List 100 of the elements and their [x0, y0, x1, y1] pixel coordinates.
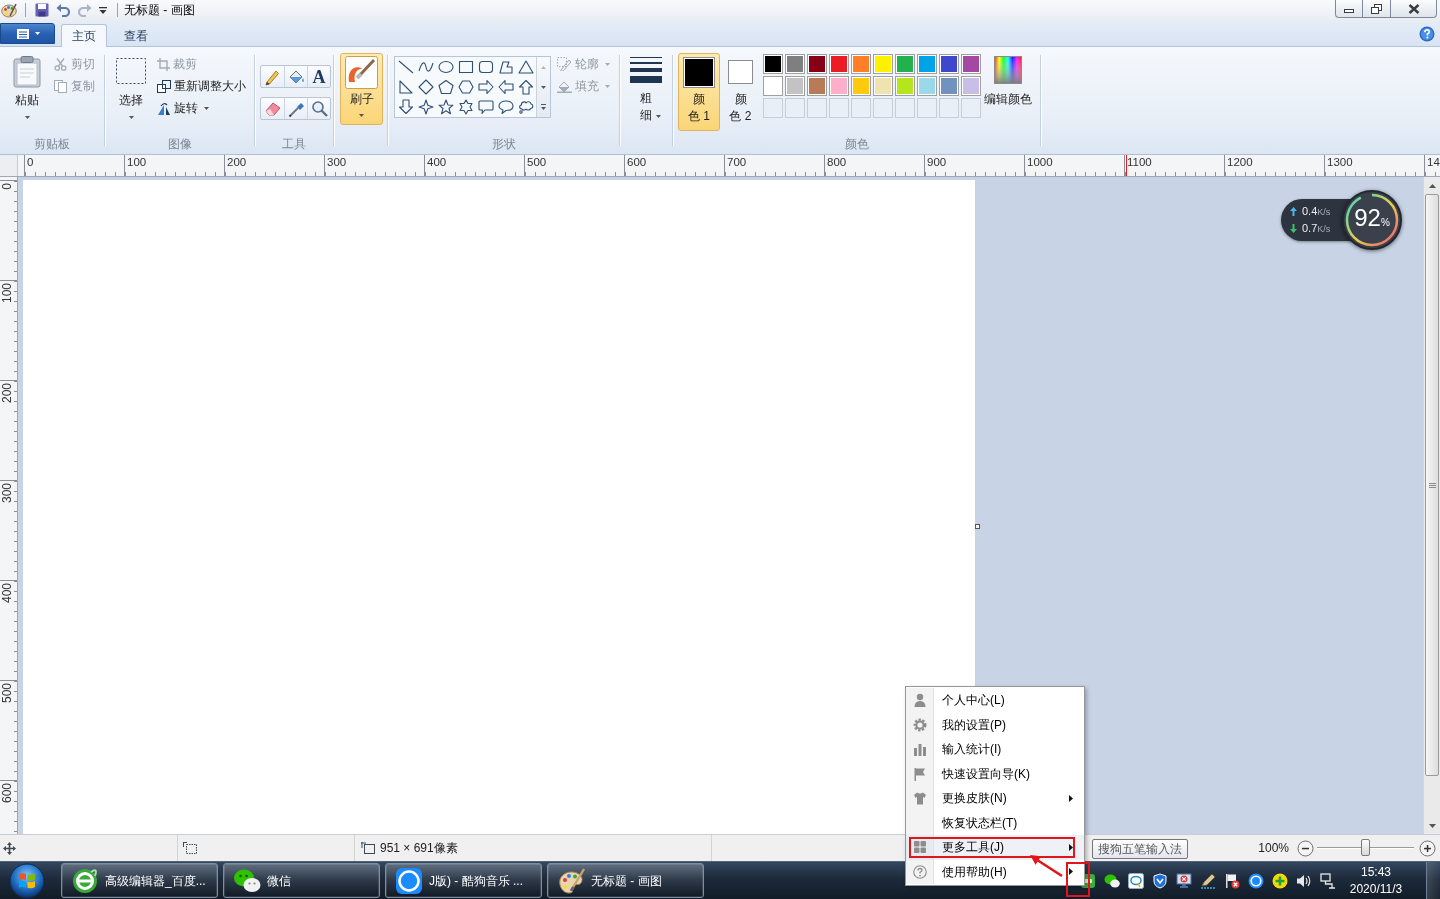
triangle-shape-icon[interactable]: [518, 59, 534, 75]
eyedropper-icon[interactable]: [287, 100, 305, 117]
chat-window-icon[interactable]: [1128, 872, 1144, 889]
color-swatch[interactable]: [763, 54, 783, 74]
custom-color-slot[interactable]: [873, 98, 893, 118]
paint-bucket-icon[interactable]: [287, 68, 305, 85]
right-arrow-shape-icon[interactable]: [478, 79, 494, 95]
custom-color-slot[interactable]: [807, 98, 827, 118]
pen-icon[interactable]: [1200, 872, 1216, 889]
custom-color-slot[interactable]: [763, 98, 783, 118]
line-width-button[interactable]: 粗细: [624, 53, 668, 126]
color-swatch[interactable]: [961, 54, 981, 74]
restore-button[interactable]: [1362, 0, 1390, 18]
paste-button[interactable]: 粘贴: [6, 53, 48, 125]
speaker-icon[interactable]: [1296, 872, 1312, 889]
plus-circle-icon[interactable]: [1272, 872, 1288, 889]
edit-colors-button[interactable]: 编辑颜色: [982, 53, 1034, 107]
menu-item[interactable]: 快速设置向导(K): [906, 761, 1084, 786]
color-swatch[interactable]: [917, 54, 937, 74]
palette-app-icon[interactable]: [1, 2, 17, 18]
cloud-callout-shape-icon[interactable]: [518, 99, 534, 115]
color-swatch[interactable]: [851, 54, 871, 74]
dropdown-icon[interactable]: [99, 5, 107, 15]
file-menu-button[interactable]: [0, 23, 55, 44]
taskbar-button[interactable]: 无标题 - 画图: [547, 863, 704, 898]
rounded-rectangle-shape-icon[interactable]: [478, 59, 494, 75]
right-triangle-shape-icon[interactable]: [398, 79, 414, 95]
color-swatch[interactable]: [895, 76, 915, 96]
color-swatch[interactable]: [917, 76, 937, 96]
start-orb-icon[interactable]: [7, 862, 47, 899]
color-swatch[interactable]: [829, 54, 849, 74]
menu-item[interactable]: 更换皮肤(N): [906, 786, 1084, 811]
color-swatch[interactable]: [939, 54, 959, 74]
rotate-button[interactable]: 旋转: [156, 97, 247, 119]
primary-color-button[interactable]: 颜色 1: [678, 53, 720, 131]
oval-shape-icon[interactable]: [438, 59, 454, 75]
secondary-color-button[interactable]: 颜色 2: [723, 53, 758, 131]
color-swatch[interactable]: [829, 76, 849, 96]
magnifier-icon[interactable]: [310, 100, 328, 117]
polygon-shape-icon[interactable]: [498, 59, 514, 75]
custom-color-slot[interactable]: [939, 98, 959, 118]
up-arrow-shape-icon[interactable]: [518, 79, 534, 95]
resize-button[interactable]: 重新调整大小: [156, 75, 247, 97]
line-shape-icon[interactable]: [398, 59, 414, 75]
left-arrow-shape-icon[interactable]: [498, 79, 514, 95]
taskbar-button[interactable]: J版) - 酷狗音乐 ...: [385, 863, 542, 898]
custom-color-slot[interactable]: [785, 98, 805, 118]
curve-shape-icon[interactable]: [418, 59, 434, 75]
text-tool-button[interactable]: A: [312, 67, 326, 86]
select-button[interactable]: 选择: [111, 53, 151, 125]
diamond-shape-icon[interactable]: [418, 79, 434, 95]
ribbon-tab[interactable]: 查看: [113, 24, 159, 47]
brushes-button[interactable]: 刷子: [340, 53, 383, 125]
five-point-star-shape-icon[interactable]: [438, 99, 454, 115]
color-swatch[interactable]: [763, 76, 783, 96]
custom-color-slot[interactable]: [917, 98, 937, 118]
rectangle-shape-icon[interactable]: [458, 59, 474, 75]
monitor-error-icon[interactable]: [1176, 872, 1192, 889]
color-swatch[interactable]: [895, 54, 915, 74]
color-swatch[interactable]: [851, 76, 871, 96]
scrollbar-thumb[interactable]: [1425, 194, 1439, 776]
scroll-down-icon[interactable]: [1428, 823, 1436, 828]
help-icon[interactable]: [1419, 26, 1435, 42]
custom-color-slot[interactable]: [851, 98, 871, 118]
rectangular-callout-shape-icon[interactable]: [478, 99, 494, 115]
network-icon[interactable]: [1320, 872, 1336, 889]
taskbar-button[interactable]: 高级编辑器_百度...: [61, 863, 218, 898]
zoom-slider-track[interactable]: [1317, 839, 1414, 857]
ribbon-tab[interactable]: 主页: [61, 24, 107, 47]
taskbar-button[interactable]: 微信: [223, 863, 380, 898]
custom-color-slot[interactable]: [961, 98, 981, 118]
scroll-down-icon[interactable]: [541, 85, 546, 89]
clock-time[interactable]: 15:43: [1361, 863, 1391, 881]
color-swatch[interactable]: [807, 76, 827, 96]
oval-callout-shape-icon[interactable]: [498, 99, 514, 115]
four-point-star-shape-icon[interactable]: [418, 99, 434, 115]
color-swatch[interactable]: [961, 76, 981, 96]
menu-item[interactable]: 我的设置(P): [906, 712, 1084, 737]
menu-item[interactable]: 恢复状态栏(T): [906, 810, 1084, 835]
menu-item[interactable]: 个人中心(L): [906, 688, 1084, 713]
color-swatch[interactable]: [873, 54, 893, 74]
color-swatch[interactable]: [807, 54, 827, 74]
close-button[interactable]: [1390, 0, 1437, 18]
zoom-in-icon[interactable]: [1419, 839, 1436, 857]
clock-date[interactable]: 2020/11/3: [1349, 880, 1403, 898]
color-swatch[interactable]: [873, 76, 893, 96]
six-point-star-shape-icon[interactable]: [458, 99, 474, 115]
zoom-slider-thumb[interactable]: [1361, 839, 1370, 856]
pentagon-shape-icon[interactable]: [438, 79, 454, 95]
scroll-up-icon[interactable]: [1428, 183, 1436, 188]
shield-icon[interactable]: [1152, 872, 1168, 889]
flag-error-icon[interactable]: [1224, 872, 1240, 889]
custom-color-slot[interactable]: [829, 98, 849, 118]
color-swatch[interactable]: [785, 54, 805, 74]
menu-item[interactable]: 输入统计(I): [906, 737, 1084, 762]
resize-handle[interactable]: [975, 524, 980, 529]
gallery-expand-icon[interactable]: [541, 104, 546, 110]
color-swatch[interactable]: [939, 76, 959, 96]
ring-badge-icon[interactable]: [1248, 872, 1264, 889]
down-arrow-shape-icon[interactable]: [398, 99, 414, 115]
